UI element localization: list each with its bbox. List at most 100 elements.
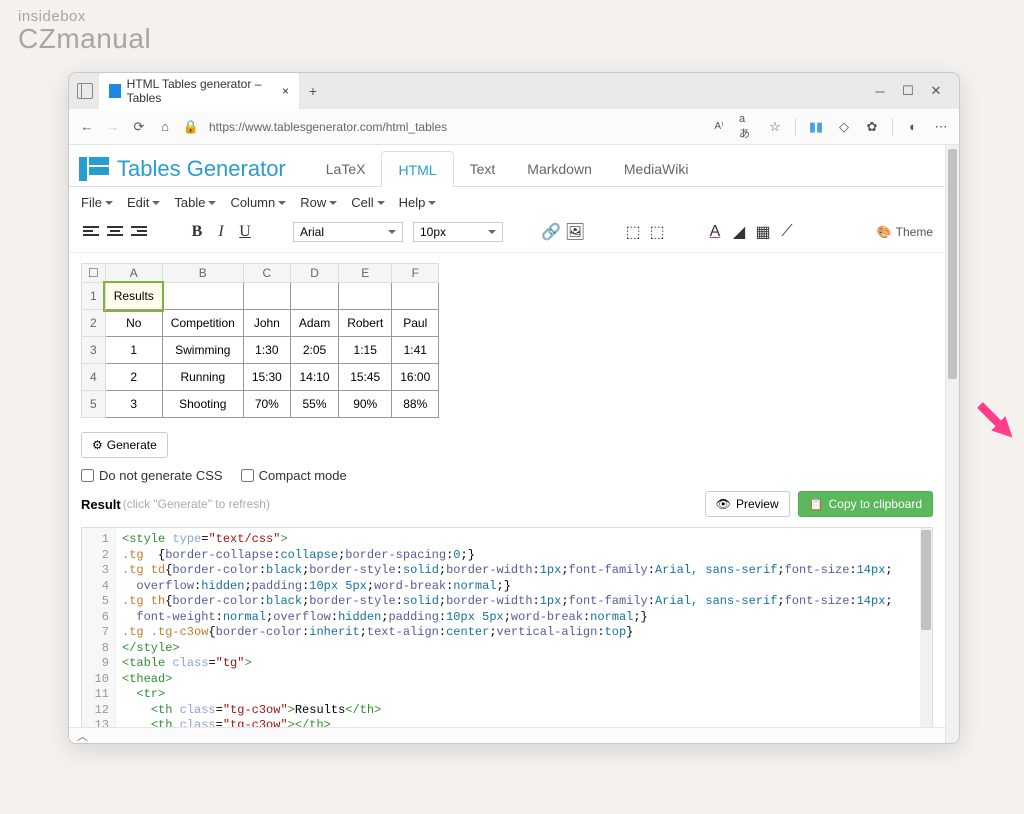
cell[interactable]: 90% (339, 391, 392, 418)
cell[interactable]: No (105, 310, 162, 337)
menu-cell[interactable]: Cell (351, 195, 384, 210)
menu-row[interactable]: Row (300, 195, 337, 210)
page-scrollbar[interactable] (945, 145, 959, 743)
col-header[interactable]: A (105, 264, 162, 283)
tab-latex[interactable]: LaTeX (310, 151, 382, 186)
cell[interactable]: 1 (105, 337, 162, 364)
row-header[interactable]: 5 (82, 391, 106, 418)
menu-edit[interactable]: Edit (127, 195, 160, 210)
window-maximize-button[interactable]: ☐ (901, 84, 915, 98)
code-output[interactable]: 1234567891011121314 <style type="text/cs… (81, 527, 933, 743)
favorites-icon[interactable]: ☆ (767, 119, 783, 135)
row-header[interactable]: 1 (82, 283, 106, 310)
menu-file[interactable]: File (81, 195, 113, 210)
row-header[interactable]: 4 (82, 364, 106, 391)
col-header[interactable]: F (392, 264, 439, 283)
link-icon[interactable]: 🔗 (541, 222, 561, 242)
downloads-icon[interactable]: ◇ (836, 119, 852, 135)
collections-icon[interactable]: ▮▮ (808, 119, 824, 135)
cell[interactable]: 88% (392, 391, 439, 418)
forward-button[interactable]: → (105, 119, 121, 135)
preview-button[interactable]: 👁 Preview (705, 491, 790, 517)
col-header[interactable]: D (290, 264, 338, 283)
cell[interactable] (162, 283, 243, 310)
extensions-icon[interactable]: ✿ (864, 119, 880, 135)
image-icon[interactable]: 🖼 (565, 222, 585, 242)
italic-button[interactable]: I (211, 222, 231, 242)
cell[interactable]: 1:41 (392, 337, 439, 364)
cell[interactable]: Shooting (162, 391, 243, 418)
cell[interactable]: Paul (392, 310, 439, 337)
font-family-select[interactable]: Arial (293, 222, 403, 242)
menu-icon[interactable]: ⋯ (933, 119, 949, 135)
menu-help[interactable]: Help (399, 195, 437, 210)
home-button[interactable]: ⌂ (157, 119, 173, 135)
col-header[interactable]: B (162, 264, 243, 283)
tab-close-icon[interactable]: × (282, 84, 289, 98)
cell[interactable] (339, 283, 392, 310)
align-center-button[interactable] (105, 222, 125, 242)
cell[interactable]: 2 (105, 364, 162, 391)
cell[interactable]: 1:30 (243, 337, 290, 364)
profile-icon[interactable]: ◐ (905, 119, 921, 135)
row-header[interactable]: 3 (82, 337, 106, 364)
cell[interactable]: 15:30 (243, 364, 290, 391)
cell[interactable]: Robert (339, 310, 392, 337)
site-logo[interactable]: Tables Generator (79, 156, 286, 182)
cell[interactable]: Results (105, 283, 162, 310)
cell[interactable]: John (243, 310, 290, 337)
col-header[interactable]: E (339, 264, 392, 283)
cell[interactable]: 16:00 (392, 364, 439, 391)
select-all-cell[interactable]: ☐ (82, 264, 106, 283)
code-text[interactable]: <style type="text/css"> .tg {border-coll… (116, 528, 932, 743)
cell[interactable]: 1:15 (339, 337, 392, 364)
window-minimize-button[interactable]: ─ (873, 84, 887, 98)
cell[interactable] (392, 283, 439, 310)
tab-mediawiki[interactable]: MediaWiki (608, 151, 705, 186)
cell[interactable]: Competition (162, 310, 243, 337)
cell[interactable]: 70% (243, 391, 290, 418)
copy-to-clipboard-button[interactable]: 📋 Copy to clipboard (798, 491, 933, 517)
merge-cells-icon[interactable]: ⬚ (623, 222, 643, 242)
split-cells-icon[interactable]: ⬚ (647, 222, 667, 242)
tab-text[interactable]: Text (454, 151, 512, 186)
tab-html[interactable]: HTML (381, 151, 453, 187)
row-header[interactable]: 2 (82, 310, 106, 337)
cell[interactable]: 3 (105, 391, 162, 418)
underline-button[interactable]: U (235, 222, 255, 242)
cell[interactable] (243, 283, 290, 310)
menu-table[interactable]: Table (174, 195, 216, 210)
align-left-button[interactable] (81, 222, 101, 242)
code-scrollbar[interactable] (920, 528, 932, 743)
font-size-select[interactable]: 10px (413, 222, 503, 242)
borders-icon[interactable]: ▦ (753, 222, 773, 242)
cell[interactable]: 15:45 (339, 364, 392, 391)
fill-color-icon[interactable]: ◢ (729, 222, 749, 242)
generate-button[interactable]: ⚙ Generate (81, 432, 168, 458)
cell[interactable]: Adam (290, 310, 338, 337)
cell[interactable]: Swimming (162, 337, 243, 364)
spreadsheet[interactable]: ☐ A B C D E F 1 Results (69, 253, 945, 428)
compact-mode-checkbox[interactable]: Compact mode (241, 468, 347, 483)
cell[interactable]: Running (162, 364, 243, 391)
cell[interactable] (290, 283, 338, 310)
tab-actions-icon[interactable] (77, 83, 93, 99)
col-header[interactable]: C (243, 264, 290, 283)
url-field[interactable]: https://www.tablesgenerator.com/html_tab… (209, 120, 447, 134)
browser-tab[interactable]: HTML Tables generator – Tables × (99, 72, 299, 111)
chevron-up-icon[interactable]: ︿ (77, 728, 88, 744)
bold-button[interactable]: B (187, 222, 207, 242)
new-tab-button[interactable]: + (305, 83, 321, 99)
cell[interactable]: 55% (290, 391, 338, 418)
tab-markdown[interactable]: Markdown (511, 151, 608, 186)
back-button[interactable]: ← (79, 119, 95, 135)
theme-button[interactable]: 🎨 Theme (877, 225, 933, 239)
refresh-button[interactable]: ⟳ (131, 119, 147, 135)
cell[interactable]: 14:10 (290, 364, 338, 391)
menu-column[interactable]: Column (230, 195, 286, 210)
font-color-icon[interactable]: A (705, 222, 725, 242)
align-right-button[interactable] (129, 222, 149, 242)
translate-icon[interactable]: aあ (739, 119, 755, 135)
no-css-checkbox[interactable]: Do not generate CSS (81, 468, 223, 483)
window-close-button[interactable]: ✕ (929, 84, 943, 98)
